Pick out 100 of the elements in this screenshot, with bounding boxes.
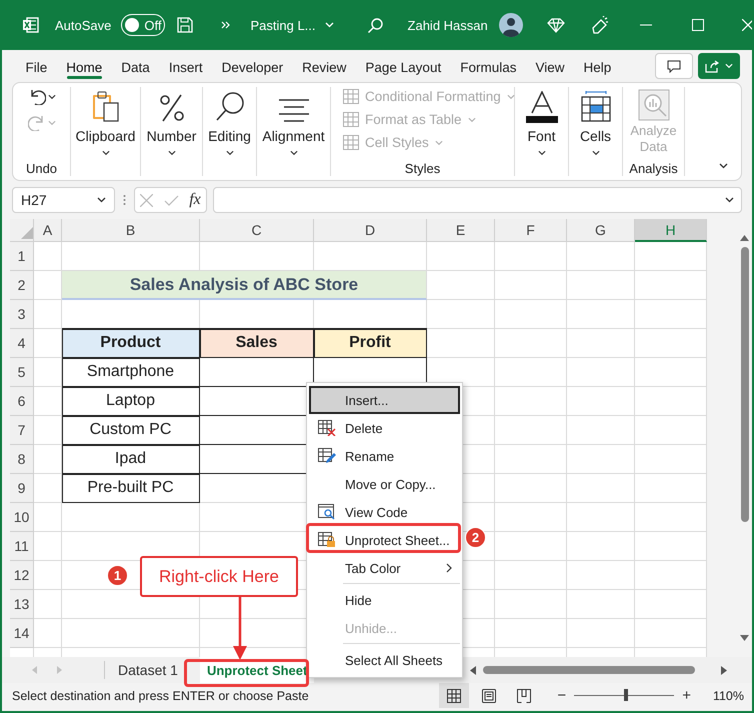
row-header[interactable]: 6 <box>10 387 34 416</box>
font-button[interactable]: Font <box>515 87 568 156</box>
menu-tab[interactable]: Help <box>574 54 621 78</box>
pen-icon[interactable] <box>590 16 608 34</box>
column-header[interactable]: H <box>635 219 707 242</box>
column-header[interactable]: B <box>62 219 200 242</box>
scroll-down-icon[interactable] <box>740 635 749 641</box>
zoom-out-button[interactable]: − <box>553 687 570 704</box>
view-icon <box>447 688 462 702</box>
font-color-icon <box>526 91 558 123</box>
caret-icon <box>168 150 176 156</box>
menu-item[interactable]: Rename <box>309 442 460 470</box>
avatar-icon[interactable] <box>498 13 523 37</box>
column-header[interactable]: E <box>427 219 495 242</box>
close-icon[interactable] <box>742 19 752 31</box>
group-label: Analysis <box>628 161 679 176</box>
row-header[interactable]: 2 <box>10 271 34 300</box>
autosave-toggle[interactable]: Off <box>121 14 166 36</box>
scrollbar-thumb[interactable] <box>483 666 695 674</box>
row-header[interactable]: 10 <box>10 503 34 532</box>
scroll-right-icon[interactable] <box>721 666 727 674</box>
zoom-in-button[interactable]: + <box>678 687 695 704</box>
row-header[interactable]: 3 <box>10 300 34 329</box>
maximize-icon[interactable] <box>692 19 704 31</box>
row-header[interactable]: 11 <box>10 532 34 561</box>
redo-icon <box>28 115 46 131</box>
row-header[interactable]: 9 <box>10 474 34 503</box>
scroll-left-icon[interactable] <box>470 666 476 674</box>
delete-sheet-icon <box>318 420 336 436</box>
menu-tab[interactable]: Review <box>292 54 356 78</box>
menu-tab[interactable]: File <box>16 54 57 78</box>
insert-function-button[interactable]: fx <box>189 191 201 209</box>
caret-icon <box>725 63 733 69</box>
scroll-up-icon[interactable] <box>740 235 749 241</box>
number-button[interactable]: Number <box>141 87 202 156</box>
scrollbar-thumb[interactable] <box>740 247 748 522</box>
view-icon <box>517 688 532 702</box>
caret-icon <box>468 116 476 122</box>
zoom-slider-thumb[interactable] <box>624 689 628 701</box>
row-header[interactable]: 4 <box>10 329 34 358</box>
row-header[interactable]: 7 <box>10 416 34 445</box>
menu-tab[interactable]: Page Layout <box>356 54 451 78</box>
menu-item[interactable]: View Code <box>309 498 460 526</box>
normal-view-button[interactable] <box>439 683 470 708</box>
row-header[interactable]: 1 <box>10 242 34 271</box>
double-chevron-icon[interactable] <box>221 21 230 29</box>
diamond-icon[interactable] <box>546 18 565 32</box>
column-header[interactable]: A <box>34 219 62 242</box>
caret-icon <box>538 150 546 156</box>
menu-item[interactable]: Delete <box>309 414 460 442</box>
minimize-icon[interactable] <box>640 24 652 26</box>
share-button[interactable] <box>698 53 740 79</box>
view-code-icon <box>318 504 336 520</box>
autosave-label: AutoSave <box>55 18 112 32</box>
row-header[interactable]: 5 <box>10 358 34 387</box>
menu-item[interactable]: Hide <box>309 586 460 614</box>
lock-sheet-icon <box>318 532 336 548</box>
menu-tab[interactable]: Formulas <box>450 54 526 78</box>
percent-icon <box>158 93 184 123</box>
menu-tab[interactable]: View <box>526 54 574 78</box>
share-icon <box>705 60 719 72</box>
menu-item[interactable]: Move or Copy... <box>309 470 460 498</box>
column-header[interactable]: D <box>314 219 427 242</box>
row-header[interactable]: 14 <box>10 619 34 648</box>
caret-icon <box>226 150 234 156</box>
sheet-tab[interactable]: Dataset 1 <box>106 657 190 683</box>
more-icon <box>123 194 126 206</box>
caret-icon <box>290 150 298 156</box>
menu-tab[interactable]: Home <box>56 54 112 78</box>
column-header[interactable]: G <box>567 219 635 242</box>
table-cell: Pre-built PC <box>62 474 200 503</box>
menu-tab[interactable]: Data <box>112 54 160 78</box>
table-style-icon <box>343 89 359 104</box>
menu-tab[interactable]: Developer <box>212 54 293 78</box>
clipboard-button[interactable]: Clipboard <box>71 87 140 156</box>
save-icon[interactable] <box>177 17 194 33</box>
file-name-button[interactable]: Pasting L... <box>250 18 335 32</box>
menu-item[interactable]: Insert... <box>309 386 460 414</box>
table-style-icon <box>343 135 359 150</box>
comment-button[interactable] <box>655 53 693 79</box>
group-label: Styles <box>404 161 442 176</box>
excel-logo-icon[interactable] <box>22 17 39 33</box>
menu-item[interactable]: Tab Color <box>309 554 460 582</box>
editing-button[interactable]: Editing <box>203 87 256 156</box>
name-box[interactable]: H27 <box>12 187 115 213</box>
column-header[interactable]: F <box>495 219 567 242</box>
callout-label: Right-click Here <box>140 556 298 597</box>
caret-icon <box>592 150 600 156</box>
row-header[interactable]: 12 <box>10 561 34 590</box>
comment-icon <box>667 60 681 72</box>
table-cell: Custom PC <box>62 416 200 445</box>
menu-tab[interactable]: Insert <box>159 54 212 78</box>
row-header[interactable]: 13 <box>10 590 34 619</box>
column-header[interactable]: C <box>200 219 314 242</box>
cells-button[interactable]: Cells <box>569 87 622 156</box>
alignment-button[interactable]: Alignment <box>257 87 330 156</box>
formula-input[interactable] <box>213 187 742 213</box>
search-icon[interactable] <box>366 16 384 34</box>
row-header[interactable]: 8 <box>10 445 34 474</box>
sheet-title: Sales Analysis of ABC Store <box>62 271 427 300</box>
